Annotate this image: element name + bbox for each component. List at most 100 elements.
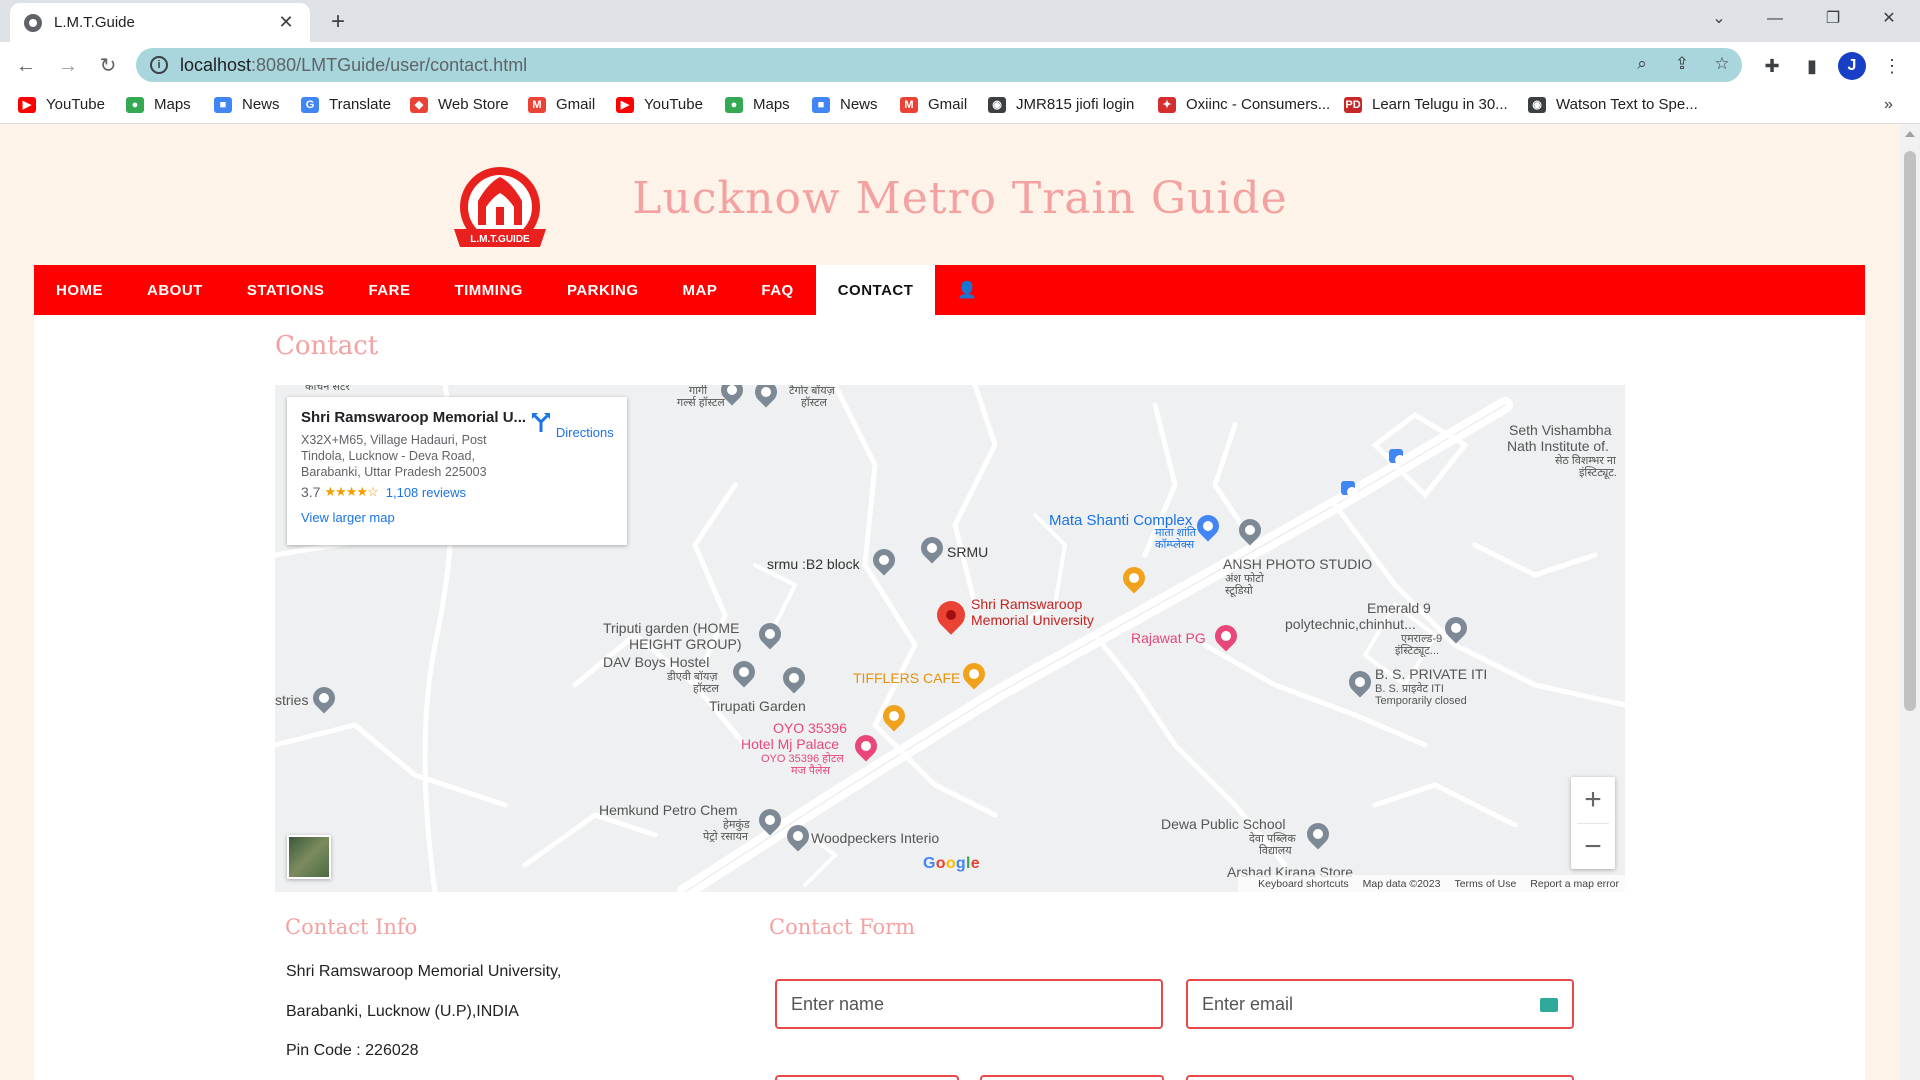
map-label: Dewa Public School bbox=[1161, 816, 1286, 832]
pd-icon: PD bbox=[1344, 96, 1362, 113]
extensions-icon[interactable]: ✚ bbox=[1760, 54, 1784, 78]
page-scrollbar[interactable] bbox=[1900, 125, 1920, 1080]
reload-button[interactable]: ↻ bbox=[92, 50, 124, 82]
bookmark-item[interactable]: ◉ JMR815 jiofi login bbox=[988, 96, 1134, 113]
bookmark-item[interactable]: ■ News bbox=[214, 96, 280, 113]
bookmark-label: YouTube bbox=[46, 96, 105, 113]
nav-stations[interactable]: STATIONS bbox=[225, 265, 347, 315]
bookmark-label: News bbox=[840, 96, 878, 113]
bookmark-item[interactable]: ■ News bbox=[812, 96, 878, 113]
site-logo: L.M.T.GUIDE bbox=[454, 167, 546, 247]
news-icon: ■ bbox=[214, 96, 232, 113]
bookmark-item[interactable]: ● Maps bbox=[126, 96, 191, 113]
bookmark-star-icon[interactable]: ☆ bbox=[1712, 54, 1732, 74]
bookmark-item[interactable]: ◆ Web Store bbox=[410, 96, 509, 113]
bookmark-item[interactable]: ▶ YouTube bbox=[18, 96, 105, 113]
map-label: Mata Shanti Complex bbox=[1049, 512, 1193, 529]
nav-contact[interactable]: CONTACT bbox=[815, 265, 936, 315]
side-panel-icon[interactable]: ▮ bbox=[1800, 54, 1824, 78]
bookmark-item[interactable]: ▶ YouTube bbox=[616, 96, 703, 113]
address-bar[interactable]: i localhost:8080/LMTGuide/user/contact.h… bbox=[136, 48, 1742, 82]
bookmark-label: Maps bbox=[753, 96, 790, 113]
report-error-link[interactable]: Report a map error bbox=[1530, 878, 1619, 890]
close-tab-icon[interactable]: ✕ bbox=[276, 12, 296, 33]
bookmarks-bar: ▶ YouTube ● Maps ■ News G Translate ◆ Web Store M G… bbox=[0, 88, 1920, 124]
bookmark-item[interactable]: PD Learn Telugu in 30... bbox=[1344, 96, 1508, 113]
map-label: Hotel Mj Palace bbox=[741, 736, 840, 752]
nav-parking[interactable]: PARKING bbox=[545, 265, 661, 315]
map-label: Hemkund Petro Chem bbox=[599, 802, 738, 818]
bookmark-item[interactable]: ✦ Oxiinc - Consumers... bbox=[1158, 96, 1330, 113]
map-label: HEIGHT GROUP) bbox=[629, 636, 742, 652]
address-line: Barabanki, Lucknow (U.P),INDIA bbox=[286, 1003, 519, 1020]
globe-icon: ◉ bbox=[1528, 96, 1546, 113]
zoom-icon[interactable]: ⌕ bbox=[1632, 54, 1652, 74]
reviews-link[interactable]: 1,108 reviews bbox=[386, 485, 466, 500]
zoom-in-button[interactable]: + bbox=[1571, 777, 1615, 823]
nav-faq[interactable]: FAQ bbox=[739, 265, 815, 315]
minimize-button[interactable]: — bbox=[1752, 0, 1798, 38]
nav-home[interactable]: HOME bbox=[34, 265, 125, 315]
map-label: B. S. प्राइवेट ITI bbox=[1375, 683, 1444, 695]
site-title: Lucknow Metro Train Guide bbox=[632, 173, 1288, 224]
name-input[interactable] bbox=[775, 979, 1163, 1029]
nav-fare[interactable]: FARE bbox=[346, 265, 432, 315]
bookmark-item[interactable]: ◉ Watson Text to Spe... bbox=[1528, 96, 1698, 113]
tab-search-icon[interactable]: ⌄ bbox=[1696, 0, 1742, 38]
zoom-out-button[interactable]: − bbox=[1571, 824, 1615, 870]
email-icon bbox=[1540, 998, 1558, 1012]
oxiinc-icon: ✦ bbox=[1158, 96, 1176, 113]
back-button[interactable]: ← bbox=[10, 50, 42, 82]
directions-button[interactable]: Directions bbox=[527, 411, 617, 440]
close-window-button[interactable]: ✕ bbox=[1866, 0, 1912, 38]
map-footer: Keyboard shortcuts Map data ©2023 Terms … bbox=[1238, 875, 1625, 892]
bookmark-item[interactable]: M Gmail bbox=[900, 96, 967, 113]
nav-timming[interactable]: TIMMING bbox=[432, 265, 545, 315]
view-larger-map-link[interactable]: View larger map bbox=[301, 510, 395, 525]
map-label: polytechnic,chinhut... bbox=[1285, 616, 1416, 632]
form-input-partial[interactable] bbox=[1186, 1075, 1574, 1080]
share-icon[interactable]: ⇪ bbox=[1672, 54, 1692, 74]
bus-stop-icon[interactable] bbox=[1341, 481, 1357, 497]
map-label: Rajawat PG bbox=[1131, 630, 1206, 646]
map-label: कांचन सेंटर bbox=[305, 385, 350, 393]
map-label: माता शांति bbox=[1155, 527, 1197, 539]
maps-icon: ● bbox=[725, 96, 743, 113]
map-label: इंस्टिट्यूट... bbox=[1395, 645, 1439, 657]
form-input-partial[interactable] bbox=[980, 1075, 1164, 1080]
scrollbar-thumb[interactable] bbox=[1904, 151, 1916, 711]
bookmark-item[interactable]: M Gmail bbox=[528, 96, 595, 113]
new-tab-button[interactable]: + bbox=[322, 6, 354, 38]
user-icon[interactable]: 👤 bbox=[935, 265, 999, 315]
bookmark-label: Web Store bbox=[438, 96, 509, 113]
restore-button[interactable]: ❐ bbox=[1810, 0, 1856, 38]
keyboard-shortcuts-link[interactable]: Keyboard shortcuts bbox=[1258, 878, 1348, 890]
page-title: Contact bbox=[275, 331, 379, 361]
translate-icon: G bbox=[301, 96, 319, 113]
browser-tab[interactable]: L.M.T.Guide ✕ bbox=[10, 3, 310, 42]
map-label: OYO 35396 होटल bbox=[761, 753, 844, 765]
scroll-up-icon[interactable] bbox=[1905, 131, 1915, 137]
map-label: DAV Boys Hostel bbox=[603, 654, 710, 670]
form-input-partial[interactable] bbox=[775, 1075, 959, 1080]
site-info-icon[interactable]: i bbox=[150, 56, 168, 74]
menu-icon[interactable]: ⋮ bbox=[1880, 54, 1904, 78]
bus-stop-icon[interactable] bbox=[1389, 449, 1405, 465]
nav-map[interactable]: MAP bbox=[661, 265, 740, 315]
satellite-toggle-button[interactable] bbox=[287, 835, 331, 879]
map-label: गर्ल्स हॉस्टल bbox=[677, 397, 725, 409]
bookmark-label: Maps bbox=[154, 96, 191, 113]
browser-tabstrip: L.M.T.Guide ✕ + ⌄ — ❐ ✕ bbox=[0, 0, 1920, 42]
embedded-map[interactable]: कांचन सेंटर गार्गी गर्ल्स हॉस्टल टैगोर ब… bbox=[275, 385, 1625, 892]
email-input[interactable] bbox=[1186, 979, 1574, 1029]
nav-about[interactable]: ABOUT bbox=[125, 265, 225, 315]
forward-button[interactable]: → bbox=[52, 50, 84, 82]
terms-link[interactable]: Terms of Use bbox=[1454, 878, 1516, 890]
map-label: विद्यालय bbox=[1259, 845, 1292, 857]
bookmark-item[interactable]: ● Maps bbox=[725, 96, 790, 113]
place-rating-row: 3.7 ★★★★☆ 1,108 reviews bbox=[301, 484, 613, 500]
profile-avatar[interactable]: J bbox=[1838, 52, 1866, 80]
bookmark-item[interactable]: G Translate bbox=[301, 96, 391, 113]
more-bookmarks-icon[interactable]: » bbox=[1884, 96, 1893, 114]
map-label: Memorial University bbox=[971, 612, 1094, 628]
